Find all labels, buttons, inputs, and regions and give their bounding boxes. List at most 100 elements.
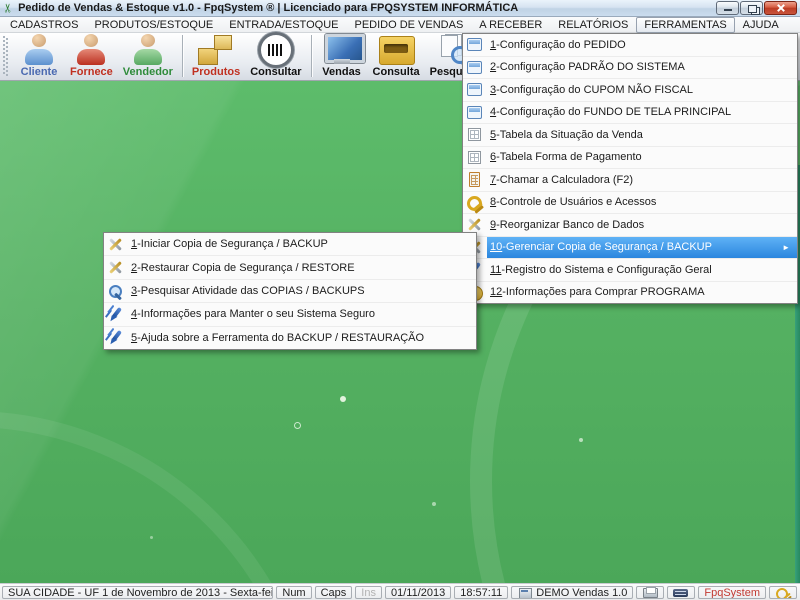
menu-item[interactable]: 6-Tabela Forma de Pagamento	[463, 147, 797, 170]
person-blue-icon	[18, 34, 60, 65]
menu-item-label: 3-Configuração do CUPOM NÃO FISCAL	[490, 84, 693, 96]
menu-item[interactable]: 8-Controle de Usuários e Acessos	[463, 192, 797, 215]
wallpaper-dot	[432, 502, 436, 506]
wallpaper-dot	[150, 536, 153, 539]
menu-item[interactable]: 10-Gerenciar Copia de Segurança / BACKUP…	[463, 237, 797, 260]
toolbar-separator	[311, 35, 312, 77]
submenu-item-label: 3-Pesquisar Atividade das COPIAS / BACKU…	[131, 285, 365, 297]
submenu-item-label: 4-Informações para Manter o seu Sistema …	[131, 308, 375, 320]
tools-icon	[466, 217, 483, 232]
person-red-icon	[70, 34, 112, 65]
restore-button[interactable]	[740, 1, 763, 15]
submenu-item[interactable]: 3-Pesquisar Atividade das COPIAS / BACKU…	[104, 280, 476, 303]
person-green-icon	[127, 34, 169, 65]
status-location: SUA CIDADE - UF 1 de Novembro de 2013 - …	[2, 586, 273, 599]
menu-item-label: 6-Tabela Forma de Pagamento	[490, 151, 642, 163]
tools-icon	[107, 260, 124, 275]
submenu-item-label: 5-Ajuda sobre a Ferramenta do BACKUP / R…	[131, 332, 424, 344]
menu-item[interactable]: 3-Configuração do CUPOM NÃO FISCAL	[463, 79, 797, 102]
submenu-item-label: 1-Iniciar Copia de Segurança / BACKUP	[131, 238, 328, 250]
network-icon	[673, 587, 689, 599]
status-version-panel: DEMO Vendas 1.0	[511, 586, 633, 599]
window-title: Pedido de Vendas & Estoque v1.0 - FpqSys…	[18, 2, 518, 14]
window-controls	[716, 1, 797, 15]
menu-item[interactable]: 7-Chamar a Calculadora (F2)	[463, 169, 797, 192]
submenu-item[interactable]: 5-Ajuda sobre a Ferramenta do BACKUP / R…	[104, 327, 476, 349]
window-icon	[466, 82, 483, 97]
menubar-item[interactable]: ENTRADA/ESTOQUE	[221, 17, 346, 33]
menu-item-label: 1-Configuração do PEDIDO	[490, 39, 626, 51]
menu-item-label: 7-Chamar a Calculadora (F2)	[490, 174, 633, 186]
status-network-panel[interactable]	[667, 586, 695, 599]
pen-icon	[107, 307, 124, 322]
toolbar-button[interactable]: Consultar	[245, 33, 306, 79]
menu-item-label: 10-Gerenciar Copia de Segurança / BACKUP	[490, 241, 712, 253]
menubar-item[interactable]: FERRAMENTAS	[636, 17, 734, 33]
menu-item[interactable]: 9-Reorganizar Banco de Dados	[463, 214, 797, 237]
toolbar-button[interactable]: Vendedor	[118, 33, 178, 79]
status-printer-panel[interactable]	[636, 586, 664, 599]
submenu-item[interactable]: 2-Restaurar Copia de Segurança / RESTORE	[104, 256, 476, 279]
wallpaper-arc	[0, 411, 320, 583]
submenu-item-label: 2-Restaurar Copia de Segurança / RESTORE	[131, 262, 355, 274]
printer-icon	[642, 587, 658, 599]
menu-item[interactable]: 1-Configuração do PEDIDO	[463, 34, 797, 57]
menubar-item[interactable]: CADASTROS	[2, 17, 86, 33]
toolbar-button-label: Consultar	[250, 66, 301, 78]
menu-item-label: 9-Reorganizar Banco de Dados	[490, 219, 644, 231]
barcode-icon	[255, 34, 297, 65]
menu-item-label: 5-Tabela da Situação da Venda	[490, 129, 643, 141]
titlebar: ✂ Pedido de Vendas & Estoque v1.0 - FpqS…	[0, 0, 800, 17]
submenu-arrow-icon: ►	[782, 243, 790, 252]
menu-item[interactable]: 5-Tabela da Situação da Venda	[463, 124, 797, 147]
minimize-button[interactable]	[716, 1, 739, 15]
toolbar-grip-icon[interactable]	[3, 36, 9, 76]
table-icon	[466, 150, 483, 165]
ferramentas-dropdown-menu: 1-Configuração do PEDIDO 2-Configuração …	[462, 33, 798, 304]
menubar-item[interactable]: AJUDA	[735, 17, 787, 33]
menu-item-label: 12-Informações para Comprar PROGRAMA	[490, 286, 705, 298]
menu-item[interactable]: 2-Configuração PADRÃO DO SISTEMA	[463, 57, 797, 80]
app-scissors-icon: ✂	[2, 3, 14, 13]
toolbar-button[interactable]: Consulta	[368, 33, 425, 79]
menu-item-label: 4-Configuração do FUNDO DE TELA PRINCIPA…	[490, 106, 731, 118]
status-brand: FpqSystem	[698, 586, 766, 599]
drawer-icon	[375, 34, 417, 65]
app-window: ✂ Pedido de Vendas & Estoque v1.0 - FpqS…	[0, 0, 800, 600]
keys-icon	[466, 195, 483, 210]
menu-item-label: 2-Configuração PADRÃO DO SISTEMA	[490, 61, 685, 73]
menubar-item[interactable]: PRODUTOS/ESTOQUE	[86, 17, 221, 33]
table-icon	[466, 127, 483, 142]
toolbar-button[interactable]: Fornece	[65, 33, 118, 79]
menu-item[interactable]: 11-Registro do Sistema e Configuração Ge…	[463, 259, 797, 282]
window-icon	[466, 105, 483, 120]
toolbar-button[interactable]: Cliente	[13, 33, 65, 79]
status-date: 01/11/2013	[385, 586, 451, 599]
submenu-item[interactable]: 4-Informações para Manter o seu Sistema …	[104, 303, 476, 326]
menubar-item[interactable]: A RECEBER	[471, 17, 550, 33]
status-insert: Ins	[355, 586, 382, 599]
toolbar-button-label: Cliente	[21, 66, 58, 78]
app-mini-icon	[517, 587, 533, 599]
status-keys-panel[interactable]	[769, 586, 797, 599]
menubar-item[interactable]: RELATÓRIOS	[550, 17, 636, 33]
menubar-item[interactable]: PEDIDO DE VENDAS	[346, 17, 471, 33]
statusbar: SUA CIDADE - UF 1 de Novembro de 2013 - …	[0, 583, 800, 600]
close-button[interactable]	[764, 1, 797, 15]
wallpaper-dot	[340, 396, 346, 402]
wallpaper-dot	[579, 438, 583, 442]
pen-icon	[107, 330, 124, 345]
calculator-icon	[466, 172, 483, 187]
submenu-item[interactable]: 1-Iniciar Copia de Segurança / BACKUP	[104, 233, 476, 256]
menu-item[interactable]: 4-Configuração do FUNDO DE TELA PRINCIPA…	[463, 102, 797, 125]
boxes-icon	[195, 34, 237, 65]
keys-icon	[775, 587, 791, 599]
window-icon	[466, 60, 483, 75]
toolbar-separator	[182, 35, 183, 77]
menu-item[interactable]: 12-Informações para Comprar PROGRAMA	[463, 282, 797, 304]
toolbar-button[interactable]: Vendas	[316, 33, 368, 79]
toolbar-button[interactable]: Produtos	[187, 33, 245, 79]
status-version-label: DEMO Vendas 1.0	[536, 587, 627, 599]
wallpaper-dot	[294, 422, 301, 429]
menu-item-label: 11-Registro do Sistema e Configuração Ge…	[490, 264, 712, 276]
